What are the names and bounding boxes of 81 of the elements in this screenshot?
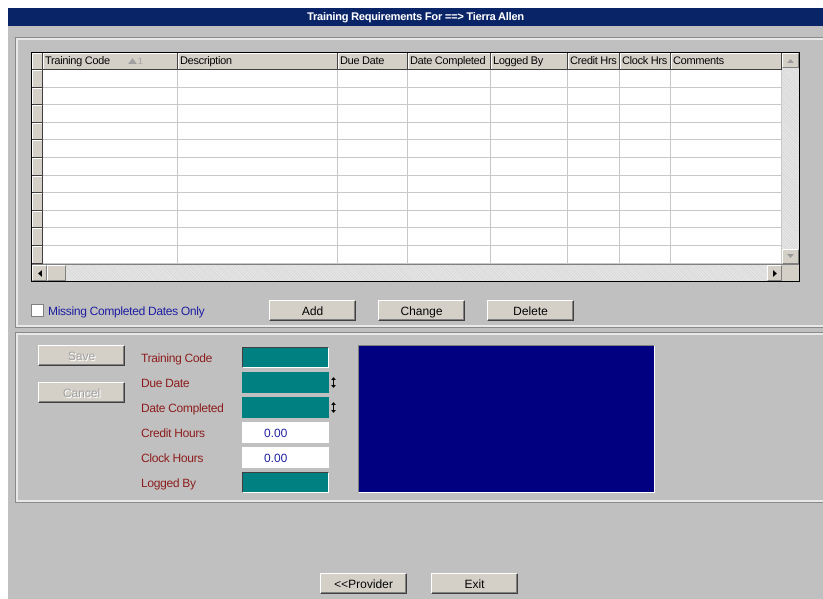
table-cell: [338, 246, 408, 264]
checkbox-label[interactable]: Missing Completed Dates Only: [48, 304, 204, 318]
table-cell: [620, 88, 671, 106]
row-selector[interactable]: [32, 140, 43, 158]
checkbox[interactable]: [31, 304, 44, 317]
row-selector[interactable]: [32, 246, 43, 264]
table-cell: [338, 176, 408, 194]
spinner-icon[interactable]: [331, 402, 336, 413]
table-cell: [338, 105, 408, 123]
table-cell: [620, 210, 671, 228]
column-header[interactable]: Logged By: [491, 53, 568, 70]
row-selector[interactable]: [32, 228, 43, 246]
field-label: Due Date: [141, 376, 190, 390]
window-title: Training Requirements For ==> Tierra Allen: [8, 8, 823, 26]
table-cell: [620, 176, 671, 194]
push-button[interactable]: Change: [378, 300, 465, 321]
table-cell: [338, 140, 408, 158]
row-selector[interactable]: [32, 122, 43, 140]
table-cell: [338, 88, 408, 106]
table-cell: [568, 105, 620, 123]
input-field[interactable]: [242, 472, 329, 493]
field-label: Credit Hours: [141, 426, 206, 440]
field-label: Training Code: [141, 350, 214, 364]
column-header[interactable]: Clock Hrs: [620, 53, 671, 70]
table-cell: [620, 228, 671, 246]
spinner-icon[interactable]: [331, 377, 336, 388]
row-selector[interactable]: [32, 210, 43, 228]
row-selector[interactable]: [32, 70, 43, 88]
table-cell: [620, 158, 671, 176]
input-field[interactable]: [242, 347, 329, 368]
table-cell: [620, 70, 671, 88]
column-header[interactable]: Description: [178, 53, 338, 70]
table-cell: [338, 193, 408, 211]
table-cell: [568, 228, 620, 246]
push-button[interactable]: Exit: [431, 573, 518, 594]
header-corner: [32, 53, 43, 70]
table-cell: [568, 158, 620, 176]
row-selector[interactable]: [32, 193, 43, 211]
table-cell: [338, 122, 408, 140]
table-cell: [620, 193, 671, 211]
table-cell: [338, 158, 408, 176]
table-cell: [620, 140, 671, 158]
field-label: Date Completed: [141, 400, 225, 414]
table-cell: [568, 193, 620, 211]
table-cell: [568, 122, 620, 140]
table-cell: [338, 70, 408, 88]
table-cell: [338, 228, 408, 246]
scroll-left-icon[interactable]: [38, 270, 42, 276]
table-cell: [568, 176, 620, 194]
date-field[interactable]: [242, 397, 329, 418]
date-field[interactable]: [242, 372, 329, 393]
input-field[interactable]: 0.00: [242, 422, 329, 443]
table-cell: [620, 105, 671, 123]
row-selector[interactable]: [32, 105, 43, 123]
scroll-right-icon[interactable]: [772, 270, 776, 276]
table-cell: [568, 246, 620, 264]
row-selector[interactable]: [32, 176, 43, 194]
column-header[interactable]: Due Date: [338, 53, 408, 70]
table-cell: [568, 88, 620, 106]
row-selector[interactable]: [32, 158, 43, 176]
field-label: Clock Hours: [141, 450, 204, 464]
push-button[interactable]: <<Provider: [320, 573, 407, 594]
column-header[interactable]: Date Completed: [408, 53, 491, 70]
table-cell: [568, 140, 620, 158]
field-label: Logged By: [141, 476, 197, 490]
horizontal-scrollbar[interactable]: [32, 265, 782, 281]
table-cell: [338, 210, 408, 228]
column-header[interactable]: Comments: [671, 53, 782, 70]
input-field[interactable]: 0.00: [242, 447, 329, 468]
row-selector[interactable]: [32, 88, 43, 106]
sort-ascending-icon: [128, 58, 137, 64]
table-cell: [568, 70, 620, 88]
scrollbar-corner: [782, 265, 799, 281]
push-button[interactable]: Delete: [487, 300, 574, 321]
table-cell: [620, 122, 671, 140]
comments-box[interactable]: [358, 345, 655, 493]
table-cell: [620, 246, 671, 264]
push-button[interactable]: Add: [269, 300, 356, 321]
scroll-thumb[interactable]: [47, 265, 66, 281]
table-cell: [568, 210, 620, 228]
column-header[interactable]: Credit Hrs: [568, 53, 620, 70]
